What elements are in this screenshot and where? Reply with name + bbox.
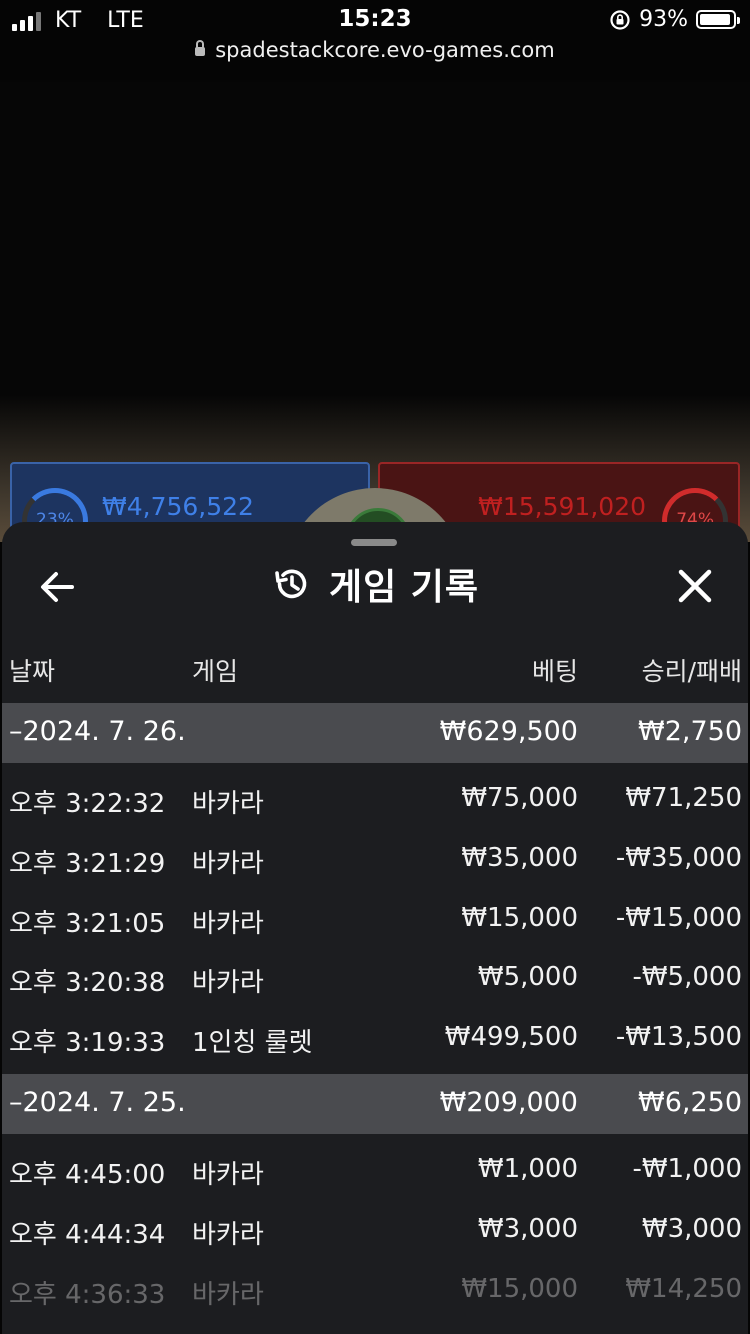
- row-time: 오후 4:44:34: [9, 1220, 166, 1250]
- row-game: 바카라: [192, 1280, 264, 1310]
- row-win-loss: -₩13,500: [615, 1022, 742, 1052]
- history-icon: [275, 569, 307, 599]
- group-date: –2024. 7. 25.: [9, 1087, 186, 1118]
- row-game: 1인칭 룰렛: [192, 1028, 313, 1058]
- row-bet: ₩15,000: [461, 1274, 578, 1304]
- battery-icon: [696, 10, 740, 29]
- row-bet: ₩1,000: [477, 1154, 578, 1184]
- game-history-sheet: 게임 기록 날짜 게임 베팅 승리/패배 –2024. 7. 26. ₩629,…: [2, 522, 748, 1334]
- row-bet: ₩499,500: [444, 1022, 578, 1052]
- row-game: 바카라: [192, 1220, 264, 1250]
- row-game: 바카라: [192, 849, 264, 879]
- row-time: 오후 3:21:29: [9, 849, 166, 879]
- group-date: –2024. 7. 26.: [9, 716, 186, 747]
- row-time: 오후 4:36:33: [9, 1280, 166, 1310]
- table-row[interactable]: 오후 3:21:29 바카라 ₩35,000 -₩35,000: [2, 829, 748, 889]
- row-win-loss: -₩35,000: [615, 843, 742, 873]
- url-text: spadestackcore.evo-games.com: [215, 38, 555, 62]
- sheet-header: 게임 기록: [2, 552, 748, 622]
- row-time: 오후 3:19:33: [9, 1028, 166, 1058]
- orientation-lock-icon: [610, 9, 630, 30]
- table-row[interactable]: 오후 3:21:05 바카라 ₩15,000 -₩15,000: [2, 889, 748, 949]
- row-game: 바카라: [192, 789, 264, 819]
- row-win-loss: ₩71,250: [625, 783, 742, 813]
- date-group-header[interactable]: –2024. 7. 25. ₩209,000 ₩6,250: [2, 1074, 748, 1134]
- column-bet: 베팅: [531, 657, 578, 686]
- page-title: 게임 기록: [328, 567, 479, 608]
- row-bet: ₩5,000: [477, 962, 578, 992]
- table-row[interactable]: 오후 3:19:33 1인칭 룰렛 ₩499,500 -₩13,500: [2, 1008, 748, 1068]
- url-bar[interactable]: spadestackcore.evo-games.com: [0, 38, 750, 72]
- row-game: 바카라: [192, 909, 264, 939]
- row-bet: ₩15,000: [461, 903, 578, 933]
- table-header: 날짜 게임 베팅 승리/패배: [2, 640, 748, 696]
- column-game: 게임: [192, 657, 239, 686]
- column-win-loss: 승리/패배: [641, 657, 742, 686]
- row-time: 오후 3:21:05: [9, 909, 166, 939]
- row-time: 오후 3:22:32: [9, 789, 166, 819]
- row-win-loss: -₩15,000: [615, 903, 742, 933]
- player-amount: ₩4,756,522: [102, 492, 254, 521]
- table-row[interactable]: 오후 4:45:00 바카라 ₩1,000 -₩1,000: [2, 1140, 748, 1200]
- date-group-header[interactable]: –2024. 7. 26. ₩629,500 ₩2,750: [2, 703, 748, 763]
- title-group: 게임 기록: [2, 558, 748, 610]
- table-row[interactable]: 오후 4:36:33 바카라 ₩15,000 ₩14,250: [2, 1260, 748, 1320]
- row-time: 오후 3:20:38: [9, 968, 166, 998]
- group-bet-total: ₩629,500: [439, 716, 578, 747]
- status-bar: KT LTE 15:23 93%: [0, 0, 750, 42]
- drag-handle[interactable]: [351, 539, 397, 546]
- row-win-loss: ₩3,000: [641, 1214, 742, 1244]
- row-time: 오후 4:45:00: [9, 1160, 166, 1190]
- group-win-loss-total: ₩6,250: [638, 1087, 742, 1118]
- table-row[interactable]: 오후 4:44:34 바카라 ₩3,000 ₩3,000: [2, 1200, 748, 1260]
- table-row[interactable]: 오후 3:20:38 바카라 ₩5,000 -₩5,000: [2, 948, 748, 1008]
- battery-percent: 93%: [639, 7, 688, 32]
- row-bet: ₩3,000: [477, 1214, 578, 1244]
- row-game: 바카라: [192, 968, 264, 998]
- status-right: 93%: [609, 7, 740, 32]
- row-win-loss: -₩5,000: [632, 962, 742, 992]
- row-win-loss: ₩14,250: [625, 1274, 742, 1304]
- row-bet: ₩35,000: [461, 843, 578, 873]
- table-row[interactable]: 오후 3:22:32 바카라 ₩75,000 ₩71,250: [2, 769, 748, 829]
- close-icon: [678, 569, 712, 603]
- row-game: 바카라: [192, 1160, 264, 1190]
- lock-icon: [195, 40, 206, 56]
- group-bet-total: ₩209,000: [439, 1087, 578, 1118]
- close-button[interactable]: [668, 564, 722, 610]
- banker-amount: ₩15,591,020: [478, 492, 646, 521]
- row-win-loss: -₩1,000: [632, 1154, 742, 1184]
- group-win-loss-total: ₩2,750: [638, 716, 742, 747]
- column-date: 날짜: [9, 657, 56, 686]
- row-bet: ₩75,000: [461, 783, 578, 813]
